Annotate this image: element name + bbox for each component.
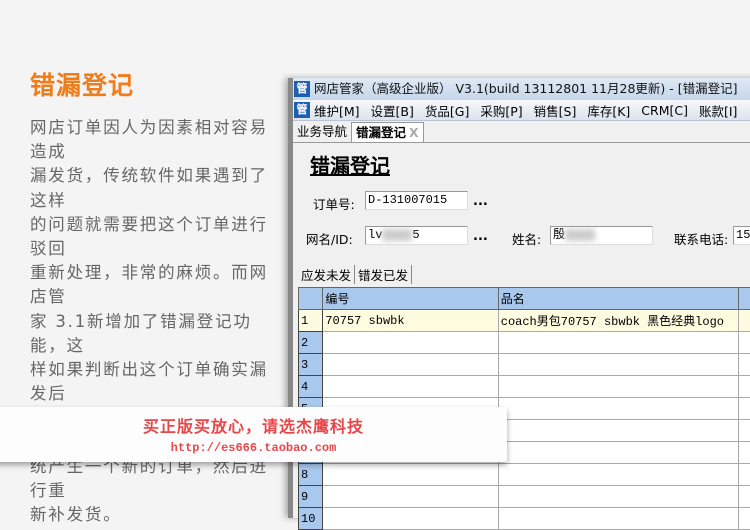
cell-code[interactable] — [323, 376, 498, 398]
blurred-region — [382, 229, 412, 241]
intro-line: 家 3.1新增加了错漏登记功能，这 — [30, 310, 280, 358]
cell-name[interactable]: coach男包70757 sbwbk 黑色经典logo — [498, 310, 739, 332]
cell-more[interactable] — [739, 376, 750, 398]
row-number: 1 — [299, 310, 323, 332]
table-row[interactable]: 4 — [299, 376, 750, 398]
column-header-code[interactable]: 编号 — [323, 288, 498, 310]
cell-name[interactable] — [498, 508, 739, 530]
app-menu-icon[interactable]: 管 — [294, 102, 310, 118]
menu-goods[interactable]: 货品[G] — [425, 101, 469, 120]
tab-wrong-shipped[interactable]: 错发已发 — [355, 265, 412, 284]
intro-line: 重新处理，非常的麻烦。而网店管 — [30, 261, 280, 309]
name-label: 姓名: — [512, 229, 541, 248]
intro-title: 错漏登记 — [30, 66, 280, 102]
intro-line: 新补发货。 — [30, 503, 280, 527]
row-number: 10 — [299, 508, 323, 530]
cell-more[interactable] — [739, 442, 750, 464]
cell-code[interactable] — [323, 486, 498, 508]
grid-header: 编号 品名 — [299, 288, 750, 310]
cell-name[interactable] — [498, 398, 739, 420]
cell-name[interactable] — [498, 332, 739, 354]
menu-crm[interactable]: CRM[C] — [641, 103, 688, 118]
menu-purchase[interactable]: 采购[P] — [480, 101, 522, 120]
row-number: 3 — [299, 354, 323, 376]
name-value: 殷 — [553, 228, 565, 242]
intro-line: 统产生一个新的订单，然后进行重 — [30, 455, 280, 503]
cell-more[interactable] — [739, 332, 750, 354]
app-icon: 管 — [294, 81, 310, 97]
cell-name[interactable] — [498, 464, 739, 486]
intro-line: 漏发货，传统软件如果遇到了这样 — [30, 164, 280, 212]
phone-input[interactable]: 152 — [733, 226, 750, 245]
blurred-region — [565, 229, 595, 241]
cell-more[interactable] — [739, 354, 750, 376]
id-input[interactable]: lv 5 — [365, 226, 468, 245]
column-header-name[interactable]: 品名 — [498, 288, 739, 310]
title-bar[interactable]: 管 网店管家（高级企业版） V3.1(build 13112801 11月28更… — [293, 78, 750, 100]
cell-name[interactable] — [498, 376, 739, 398]
row-number: 4 — [299, 376, 323, 398]
cell-more[interactable] — [739, 486, 750, 508]
table-row[interactable]: 10 — [299, 508, 750, 530]
row-number: 8 — [299, 464, 323, 486]
order-lookup-button[interactable]: ... — [473, 194, 488, 209]
menu-accounts[interactable]: 账款[I] — [699, 101, 737, 120]
promo-slogan: 买正版买放心，请选杰鹰科技 — [0, 413, 507, 437]
row-number: 2 — [299, 332, 323, 354]
cell-more[interactable] — [739, 310, 750, 332]
cell-code[interactable] — [323, 332, 498, 354]
tab-business-nav[interactable]: 业务导航 — [293, 122, 351, 142]
table-row[interactable]: 8 — [299, 464, 750, 486]
cell-more[interactable] — [739, 508, 750, 530]
name-input[interactable]: 殷 — [550, 226, 653, 245]
menu-bar: 管 维护[M] 设置[B] 货品[G] 采购[P] 销售[S] 库存[K] CR… — [293, 100, 750, 121]
menu-sales[interactable]: 销售[S] — [534, 101, 577, 120]
table-row[interactable]: 9 — [299, 486, 750, 508]
intro-line: 网店订单因人为因素相对容易造成 — [30, 116, 280, 164]
id-label: 网名/ID: — [306, 229, 353, 248]
tab-error-register[interactable]: 错漏登记X — [351, 122, 424, 142]
menu-settings[interactable]: 设置[B] — [371, 101, 414, 120]
cell-name[interactable] — [498, 420, 739, 442]
phone-label: 联系电话: — [674, 229, 728, 248]
table-row[interactable]: 3 — [299, 354, 750, 376]
doc-tabs: 业务导航 错漏登记X — [293, 121, 750, 143]
window-title: 网店管家（高级企业版） V3.1(build 13112801 11月28更新)… — [314, 78, 738, 100]
promo-banner: 买正版买放心，请选杰鹰科技 http://es666.taobao.com — [0, 407, 507, 462]
tab-label: 错漏登记 — [356, 125, 406, 140]
cell-more[interactable] — [739, 420, 750, 442]
cell-more[interactable] — [739, 464, 750, 486]
tab-should-ship-unshipped[interactable]: 应发未发 — [298, 265, 355, 284]
id-lookup-button[interactable]: ... — [473, 229, 488, 244]
menu-maintain[interactable]: 维护[M] — [314, 101, 360, 120]
close-tab-icon[interactable]: X — [409, 125, 419, 140]
cell-more[interactable] — [739, 398, 750, 420]
cell-code[interactable]: 70757 sbwbk — [323, 310, 498, 332]
order-input[interactable]: D-131007015 — [365, 191, 468, 210]
promo-url[interactable]: http://es666.taobao.com — [0, 441, 507, 455]
intro-text: 网店订单因人为因素相对容易造成漏发货，传统软件如果遇到了这样的问题就需要把这个订… — [30, 116, 280, 527]
table-row[interactable]: 170757 sbwbkcoach男包70757 sbwbk 黑色经典logo — [299, 310, 750, 332]
cell-code[interactable] — [323, 464, 498, 486]
cell-name[interactable] — [498, 486, 739, 508]
sub-tabs: 应发未发 错发已发 — [298, 265, 412, 284]
cell-code[interactable] — [323, 354, 498, 376]
column-header-more[interactable] — [739, 288, 750, 310]
id-value-end: 5 — [412, 228, 419, 242]
intro-line: 样如果判断出这个订单确实漏发后 — [30, 358, 280, 406]
cell-name[interactable] — [498, 442, 739, 464]
order-label: 订单号: — [313, 194, 355, 213]
intro-line: 的问题就需要把这个订单进行驳回 — [30, 213, 280, 261]
id-value-start: lv — [368, 228, 382, 242]
table-row[interactable]: 2 — [299, 332, 750, 354]
corner-cell — [299, 288, 323, 310]
page-title: 错漏登记 — [310, 150, 390, 179]
cell-code[interactable] — [323, 508, 498, 530]
cell-name[interactable] — [498, 354, 739, 376]
row-number: 9 — [299, 486, 323, 508]
menu-inventory[interactable]: 库存[K] — [587, 101, 630, 120]
